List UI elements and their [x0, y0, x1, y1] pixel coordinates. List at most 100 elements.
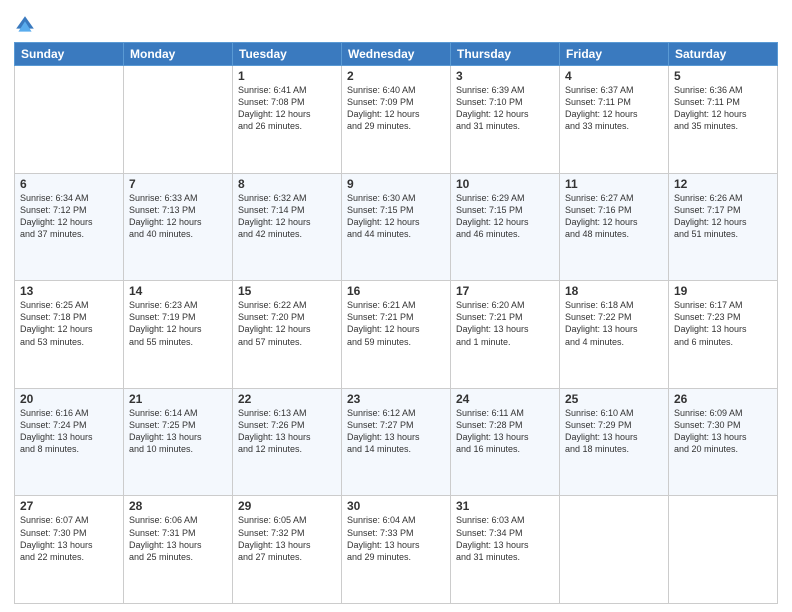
day-info: Sunrise: 6:29 AM Sunset: 7:15 PM Dayligh… — [456, 192, 554, 241]
calendar-cell: 5Sunrise: 6:36 AM Sunset: 7:11 PM Daylig… — [669, 66, 778, 174]
day-info: Sunrise: 6:03 AM Sunset: 7:34 PM Dayligh… — [456, 514, 554, 563]
day-number: 24 — [456, 392, 554, 406]
day-of-week-header: Friday — [560, 43, 669, 66]
calendar-cell: 12Sunrise: 6:26 AM Sunset: 7:17 PM Dayli… — [669, 173, 778, 281]
day-number: 17 — [456, 284, 554, 298]
day-info: Sunrise: 6:34 AM Sunset: 7:12 PM Dayligh… — [20, 192, 118, 241]
day-of-week-header: Thursday — [451, 43, 560, 66]
day-info: Sunrise: 6:30 AM Sunset: 7:15 PM Dayligh… — [347, 192, 445, 241]
calendar-cell: 1Sunrise: 6:41 AM Sunset: 7:08 PM Daylig… — [233, 66, 342, 174]
calendar-cell: 20Sunrise: 6:16 AM Sunset: 7:24 PM Dayli… — [15, 388, 124, 496]
calendar-table: SundayMondayTuesdayWednesdayThursdayFrid… — [14, 42, 778, 604]
calendar-week-row: 20Sunrise: 6:16 AM Sunset: 7:24 PM Dayli… — [15, 388, 778, 496]
day-number: 18 — [565, 284, 663, 298]
day-number: 8 — [238, 177, 336, 191]
day-info: Sunrise: 6:11 AM Sunset: 7:28 PM Dayligh… — [456, 407, 554, 456]
day-number: 7 — [129, 177, 227, 191]
day-number: 4 — [565, 69, 663, 83]
day-number: 16 — [347, 284, 445, 298]
day-number: 12 — [674, 177, 772, 191]
day-info: Sunrise: 6:12 AM Sunset: 7:27 PM Dayligh… — [347, 407, 445, 456]
day-info: Sunrise: 6:27 AM Sunset: 7:16 PM Dayligh… — [565, 192, 663, 241]
calendar-cell: 10Sunrise: 6:29 AM Sunset: 7:15 PM Dayli… — [451, 173, 560, 281]
day-number: 3 — [456, 69, 554, 83]
calendar-cell: 9Sunrise: 6:30 AM Sunset: 7:15 PM Daylig… — [342, 173, 451, 281]
day-number: 27 — [20, 499, 118, 513]
calendar-cell: 24Sunrise: 6:11 AM Sunset: 7:28 PM Dayli… — [451, 388, 560, 496]
day-info: Sunrise: 6:21 AM Sunset: 7:21 PM Dayligh… — [347, 299, 445, 348]
day-info: Sunrise: 6:22 AM Sunset: 7:20 PM Dayligh… — [238, 299, 336, 348]
calendar-cell — [560, 496, 669, 604]
day-number: 10 — [456, 177, 554, 191]
day-number: 15 — [238, 284, 336, 298]
calendar-week-row: 27Sunrise: 6:07 AM Sunset: 7:30 PM Dayli… — [15, 496, 778, 604]
day-info: Sunrise: 6:14 AM Sunset: 7:25 PM Dayligh… — [129, 407, 227, 456]
day-number: 1 — [238, 69, 336, 83]
day-number: 11 — [565, 177, 663, 191]
calendar-cell: 25Sunrise: 6:10 AM Sunset: 7:29 PM Dayli… — [560, 388, 669, 496]
day-number: 25 — [565, 392, 663, 406]
calendar-cell: 30Sunrise: 6:04 AM Sunset: 7:33 PM Dayli… — [342, 496, 451, 604]
day-of-week-header: Monday — [124, 43, 233, 66]
calendar-week-row: 6Sunrise: 6:34 AM Sunset: 7:12 PM Daylig… — [15, 173, 778, 281]
day-info: Sunrise: 6:41 AM Sunset: 7:08 PM Dayligh… — [238, 84, 336, 133]
day-info: Sunrise: 6:26 AM Sunset: 7:17 PM Dayligh… — [674, 192, 772, 241]
day-info: Sunrise: 6:04 AM Sunset: 7:33 PM Dayligh… — [347, 514, 445, 563]
day-info: Sunrise: 6:37 AM Sunset: 7:11 PM Dayligh… — [565, 84, 663, 133]
day-number: 20 — [20, 392, 118, 406]
calendar-cell: 17Sunrise: 6:20 AM Sunset: 7:21 PM Dayli… — [451, 281, 560, 389]
page: SundayMondayTuesdayWednesdayThursdayFrid… — [0, 0, 792, 612]
day-number: 6 — [20, 177, 118, 191]
logo-icon — [14, 14, 36, 36]
calendar-cell: 6Sunrise: 6:34 AM Sunset: 7:12 PM Daylig… — [15, 173, 124, 281]
day-info: Sunrise: 6:20 AM Sunset: 7:21 PM Dayligh… — [456, 299, 554, 348]
day-info: Sunrise: 6:10 AM Sunset: 7:29 PM Dayligh… — [565, 407, 663, 456]
day-number: 30 — [347, 499, 445, 513]
calendar-cell: 19Sunrise: 6:17 AM Sunset: 7:23 PM Dayli… — [669, 281, 778, 389]
day-of-week-header: Saturday — [669, 43, 778, 66]
calendar-cell: 22Sunrise: 6:13 AM Sunset: 7:26 PM Dayli… — [233, 388, 342, 496]
day-of-week-header: Tuesday — [233, 43, 342, 66]
day-number: 28 — [129, 499, 227, 513]
calendar-cell: 28Sunrise: 6:06 AM Sunset: 7:31 PM Dayli… — [124, 496, 233, 604]
day-info: Sunrise: 6:33 AM Sunset: 7:13 PM Dayligh… — [129, 192, 227, 241]
day-number: 31 — [456, 499, 554, 513]
calendar-cell: 21Sunrise: 6:14 AM Sunset: 7:25 PM Dayli… — [124, 388, 233, 496]
day-info: Sunrise: 6:17 AM Sunset: 7:23 PM Dayligh… — [674, 299, 772, 348]
calendar-cell: 11Sunrise: 6:27 AM Sunset: 7:16 PM Dayli… — [560, 173, 669, 281]
calendar-cell — [15, 66, 124, 174]
day-number: 9 — [347, 177, 445, 191]
day-number: 29 — [238, 499, 336, 513]
calendar-cell: 3Sunrise: 6:39 AM Sunset: 7:10 PM Daylig… — [451, 66, 560, 174]
calendar-cell: 23Sunrise: 6:12 AM Sunset: 7:27 PM Dayli… — [342, 388, 451, 496]
calendar-week-row: 1Sunrise: 6:41 AM Sunset: 7:08 PM Daylig… — [15, 66, 778, 174]
day-number: 22 — [238, 392, 336, 406]
day-number: 5 — [674, 69, 772, 83]
day-number: 23 — [347, 392, 445, 406]
day-info: Sunrise: 6:07 AM Sunset: 7:30 PM Dayligh… — [20, 514, 118, 563]
day-info: Sunrise: 6:16 AM Sunset: 7:24 PM Dayligh… — [20, 407, 118, 456]
calendar-cell: 14Sunrise: 6:23 AM Sunset: 7:19 PM Dayli… — [124, 281, 233, 389]
day-number: 13 — [20, 284, 118, 298]
day-number: 14 — [129, 284, 227, 298]
calendar-cell — [669, 496, 778, 604]
calendar-cell: 29Sunrise: 6:05 AM Sunset: 7:32 PM Dayli… — [233, 496, 342, 604]
calendar-cell: 2Sunrise: 6:40 AM Sunset: 7:09 PM Daylig… — [342, 66, 451, 174]
calendar-cell: 7Sunrise: 6:33 AM Sunset: 7:13 PM Daylig… — [124, 173, 233, 281]
day-number: 2 — [347, 69, 445, 83]
calendar-cell: 16Sunrise: 6:21 AM Sunset: 7:21 PM Dayli… — [342, 281, 451, 389]
day-info: Sunrise: 6:05 AM Sunset: 7:32 PM Dayligh… — [238, 514, 336, 563]
calendar-cell: 27Sunrise: 6:07 AM Sunset: 7:30 PM Dayli… — [15, 496, 124, 604]
calendar-cell: 4Sunrise: 6:37 AM Sunset: 7:11 PM Daylig… — [560, 66, 669, 174]
calendar-cell: 8Sunrise: 6:32 AM Sunset: 7:14 PM Daylig… — [233, 173, 342, 281]
day-of-week-header: Sunday — [15, 43, 124, 66]
day-of-week-header: Wednesday — [342, 43, 451, 66]
calendar-cell: 15Sunrise: 6:22 AM Sunset: 7:20 PM Dayli… — [233, 281, 342, 389]
day-info: Sunrise: 6:13 AM Sunset: 7:26 PM Dayligh… — [238, 407, 336, 456]
day-info: Sunrise: 6:32 AM Sunset: 7:14 PM Dayligh… — [238, 192, 336, 241]
logo — [14, 14, 38, 36]
day-info: Sunrise: 6:25 AM Sunset: 7:18 PM Dayligh… — [20, 299, 118, 348]
day-info: Sunrise: 6:09 AM Sunset: 7:30 PM Dayligh… — [674, 407, 772, 456]
calendar-cell: 26Sunrise: 6:09 AM Sunset: 7:30 PM Dayli… — [669, 388, 778, 496]
header — [14, 10, 778, 36]
